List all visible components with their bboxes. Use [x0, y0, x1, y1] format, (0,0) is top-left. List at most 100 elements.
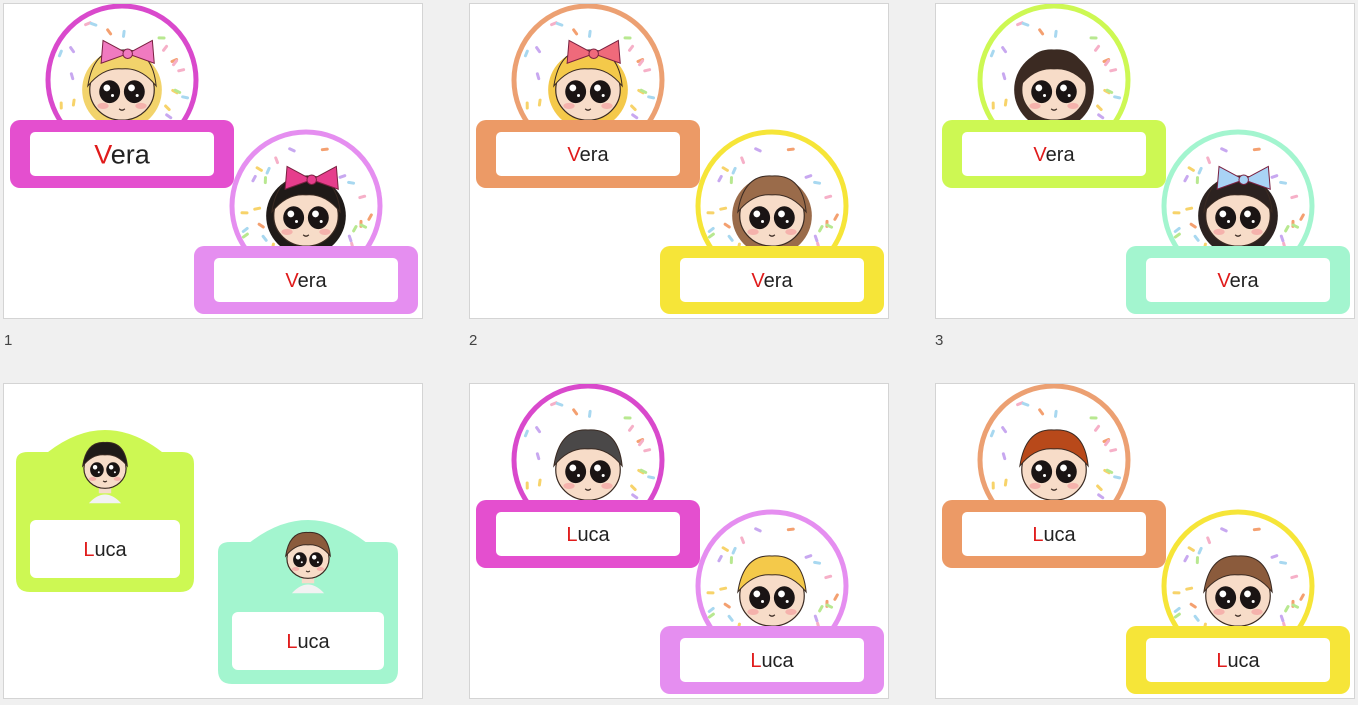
eye-highlight — [1226, 219, 1231, 224]
sprinkle — [157, 36, 166, 40]
page-number: 2 — [469, 332, 478, 349]
cheek-blush — [601, 482, 613, 489]
name-text: Vera — [1217, 270, 1259, 292]
eye-icon — [1239, 586, 1261, 610]
eye-icon — [123, 80, 145, 104]
name-rest: era — [580, 144, 610, 166]
sprinkle — [1172, 591, 1181, 595]
bow-knot — [1238, 174, 1249, 185]
cheek-blush — [316, 567, 325, 572]
page-number: 3 — [935, 332, 944, 349]
page-6[interactable]: Luca Luca — [935, 383, 1355, 699]
label-sheet: Vera Vera — [476, 4, 884, 314]
sprinkle — [525, 101, 529, 110]
eye-highlight — [1035, 84, 1043, 92]
sprinkle — [1172, 211, 1181, 215]
name-label[interactable]: Vera — [942, 120, 1166, 188]
name-initial: L — [566, 524, 577, 546]
name-label[interactable]: Luca — [660, 626, 884, 694]
cheek-blush — [785, 228, 797, 235]
eye-highlight — [1060, 84, 1067, 92]
eye-icon — [1055, 80, 1077, 104]
name-label[interactable]: Luca — [942, 500, 1166, 568]
name-text: Luca — [286, 631, 330, 653]
name-label[interactable]: Vera — [476, 120, 700, 188]
sprinkle — [525, 481, 529, 490]
eye-highlight — [760, 219, 765, 224]
eye-icon — [293, 552, 307, 568]
eye-highlight — [1219, 210, 1227, 218]
name-label[interactable]: Vera — [660, 246, 884, 314]
eye-highlight — [312, 210, 319, 218]
page-1[interactable]: Vera Vera — [3, 3, 423, 319]
eye-icon — [1031, 460, 1053, 484]
eye-highlight — [785, 599, 789, 604]
label-sheet: LucaLuca — [476, 384, 884, 694]
eye-highlight — [135, 93, 139, 98]
eye-highlight — [1042, 93, 1047, 98]
eye-highlight — [1067, 473, 1071, 478]
eye-icon — [773, 206, 795, 230]
cheek-blush — [747, 228, 759, 235]
eye-highlight — [569, 84, 577, 92]
eye-highlight — [760, 599, 765, 604]
sprinkle — [1089, 36, 1098, 40]
eye-highlight — [300, 561, 303, 564]
eye-icon — [773, 586, 795, 610]
eye-highlight — [778, 590, 785, 598]
eye-highlight — [97, 471, 100, 474]
name-label[interactable]: Vera — [1126, 246, 1350, 314]
sprinkle — [240, 211, 249, 215]
eye-icon — [749, 586, 771, 610]
name-rest: uca — [577, 524, 610, 546]
cheek-blush — [601, 102, 613, 109]
eye-highlight — [594, 84, 601, 92]
eye-highlight — [601, 473, 605, 478]
name-rest: era — [1230, 270, 1260, 292]
page-4[interactable]: Luca Luca — [3, 383, 423, 699]
eye-highlight — [1060, 464, 1067, 472]
name-text: Luca — [1032, 524, 1076, 546]
name-text: Luca — [566, 524, 610, 546]
name-rest: era — [764, 270, 794, 292]
eye-icon — [1215, 586, 1237, 610]
eye-highlight — [1244, 590, 1251, 598]
name-tag[interactable]: Luca — [218, 520, 398, 684]
name-initial: L — [83, 539, 94, 561]
eye-highlight — [295, 555, 301, 560]
name-rest: uca — [1043, 524, 1076, 546]
page-2[interactable]: Vera Vera — [469, 3, 889, 319]
eye-highlight — [128, 84, 135, 92]
sprinkle — [706, 591, 715, 595]
eye-highlight — [594, 464, 601, 472]
eye-highlight — [1226, 599, 1231, 604]
cheek-blush — [135, 102, 147, 109]
sprinkle — [729, 176, 733, 185]
eye-highlight — [103, 84, 111, 92]
page-5[interactable]: Luca Luca — [469, 383, 889, 699]
name-label[interactable]: Luca — [1126, 626, 1350, 694]
eye-icon — [99, 80, 121, 104]
name-tag[interactable]: Luca — [16, 430, 194, 592]
name-label[interactable]: Vera — [10, 120, 234, 188]
name-label[interactable]: Vera — [194, 246, 418, 314]
name-rest: era — [298, 270, 328, 292]
page-3[interactable]: Vera Vera — [935, 3, 1355, 319]
name-label[interactable]: Luca — [476, 500, 700, 568]
eye-icon — [283, 206, 305, 230]
eye-highlight — [110, 93, 115, 98]
eye-icon — [1215, 206, 1237, 230]
eye-highlight — [113, 471, 116, 474]
name-text: Luca — [83, 539, 127, 561]
name-rest: uca — [1227, 650, 1260, 672]
eye-highlight — [778, 210, 785, 218]
cheek-blush — [785, 608, 797, 615]
name-text: Vera — [567, 144, 609, 166]
name-rest: uca — [761, 650, 794, 672]
eye-highlight — [753, 590, 761, 598]
cheek-blush — [1067, 482, 1079, 489]
eye-highlight — [576, 473, 581, 478]
name-initial: L — [1032, 524, 1043, 546]
cheek-blush — [281, 228, 293, 235]
eye-highlight — [294, 219, 299, 224]
